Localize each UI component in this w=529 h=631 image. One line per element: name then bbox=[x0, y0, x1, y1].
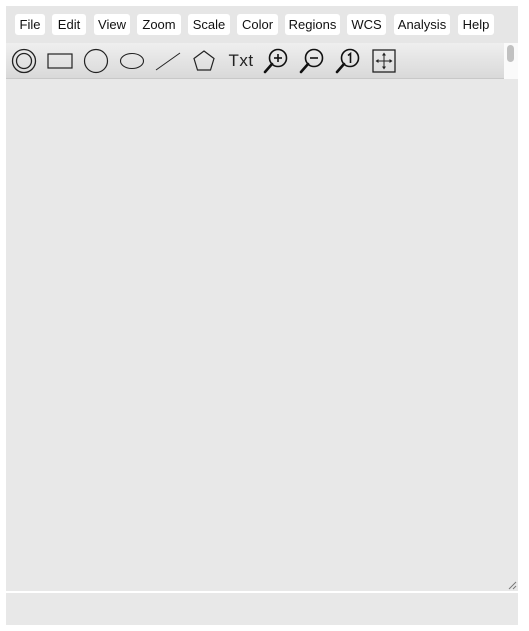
annulus-region-tool[interactable] bbox=[9, 46, 39, 76]
ellipse-icon bbox=[119, 52, 145, 70]
zoom-out-icon bbox=[299, 48, 324, 74]
menu-color[interactable]: Color bbox=[237, 14, 278, 35]
zoom-in-tool[interactable] bbox=[261, 46, 291, 76]
menu-view[interactable]: View bbox=[94, 14, 130, 35]
scrollbar-thumb[interactable] bbox=[507, 45, 514, 62]
zoom-out-tool[interactable] bbox=[297, 46, 327, 76]
circle-region-tool[interactable] bbox=[81, 46, 111, 76]
status-bar bbox=[6, 593, 518, 625]
box-region-tool[interactable] bbox=[45, 46, 75, 76]
menu-scale[interactable]: Scale bbox=[188, 14, 230, 35]
move-arrows-icon bbox=[372, 49, 396, 73]
ellipse-region-tool[interactable] bbox=[117, 46, 147, 76]
line-icon bbox=[155, 52, 181, 71]
text-icon: Txt bbox=[228, 51, 254, 70]
menu-zoom[interactable]: Zoom bbox=[137, 14, 181, 35]
menu-wcs[interactable]: WCS bbox=[347, 14, 386, 35]
toolbar: Txt bbox=[6, 43, 518, 79]
resize-grip-icon[interactable] bbox=[508, 581, 517, 590]
menu-edit[interactable]: Edit bbox=[52, 14, 86, 35]
zoom-reset-tool[interactable] bbox=[333, 46, 363, 76]
rectangle-icon bbox=[47, 53, 73, 69]
menu-regions[interactable]: Regions bbox=[285, 14, 340, 35]
menu-file[interactable]: File bbox=[15, 14, 45, 35]
menu-help[interactable]: Help bbox=[458, 14, 494, 35]
menu-bar: File Edit View Zoom Scale Color Regions … bbox=[6, 6, 518, 43]
text-region-tool[interactable]: Txt bbox=[225, 46, 257, 76]
line-region-tool[interactable] bbox=[153, 46, 183, 76]
zoom-1-icon bbox=[335, 48, 360, 74]
annulus-icon bbox=[11, 48, 37, 74]
app-window: File Edit View Zoom Scale Color Regions … bbox=[6, 6, 518, 625]
toolbar-scrollbar[interactable] bbox=[504, 43, 518, 79]
pan-tool[interactable] bbox=[369, 46, 399, 76]
zoom-in-icon bbox=[263, 48, 288, 74]
menu-analysis[interactable]: Analysis bbox=[394, 14, 450, 35]
pentagon-icon bbox=[193, 50, 215, 71]
circle-icon bbox=[83, 48, 109, 74]
image-display-canvas[interactable] bbox=[6, 79, 518, 591]
polygon-region-tool[interactable] bbox=[189, 46, 219, 76]
